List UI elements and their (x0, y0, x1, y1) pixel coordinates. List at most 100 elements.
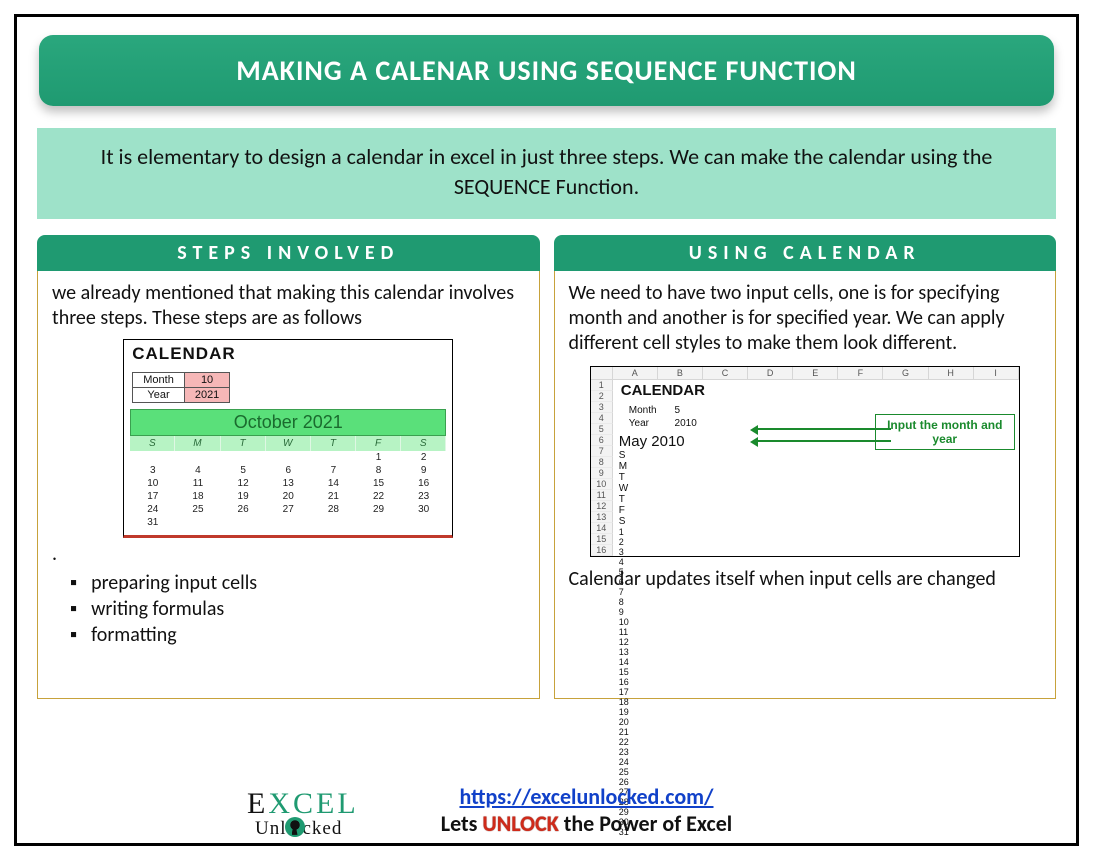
sheet-col-header: G (883, 367, 928, 380)
calendar-cell: 26 (221, 503, 266, 516)
calendar-cell: 4 (175, 464, 220, 477)
footer: EXCEL Unlcked https://excelunlocked.com/… (17, 783, 1076, 837)
sheet-col-header (591, 367, 613, 380)
calendar-cell: 27 (266, 503, 311, 516)
calendar-cell: 1 (619, 527, 929, 537)
sheet-row-header: 5 (591, 424, 613, 435)
calendar-cell: 10 (130, 477, 175, 490)
calendar-cell: 21 (311, 490, 356, 503)
dow-cell: M (175, 436, 220, 451)
calendar-title-left: CALENDAR (124, 340, 452, 370)
calendar-cell: 11 (175, 477, 220, 490)
calendar-grid-left: 1234567891011121314151617181920212223242… (130, 451, 446, 529)
calendar-cell: 8 (619, 597, 929, 607)
using-header: USING CALENDAR (554, 235, 1057, 271)
calendar-cell: 30 (401, 503, 446, 516)
sheet-row-header: 10 (591, 479, 613, 490)
calendar-cell: 6 (266, 464, 311, 477)
columns: STEPS INVOLVED we already mentioned that… (37, 235, 1056, 699)
page-title: MAKING A CALENAR USING SEQUENCE FUNCTION (39, 35, 1054, 106)
intro-text: It is elementary to design a calendar in… (37, 128, 1056, 219)
arrow-icon (753, 440, 891, 442)
calendar-cell: 31 (130, 516, 175, 529)
steps-body: we already mentioned that making this ca… (37, 271, 540, 699)
sheet-row-header: 9 (591, 468, 613, 479)
sheet-row-header: 13 (591, 512, 613, 523)
calendar-cell: 14 (311, 477, 356, 490)
input-callout: Input the month and year (875, 414, 1015, 450)
dow-cell: T (311, 436, 356, 451)
calendar-cell: 29 (356, 503, 401, 516)
dow-cell: S (619, 516, 929, 527)
calendar-cell: 13 (266, 477, 311, 490)
calendar-cell: 18 (175, 490, 220, 503)
steps-lead: we already mentioned that making this ca… (52, 281, 525, 331)
year-label-right: Year (621, 418, 665, 429)
calendar-cell: 12 (221, 477, 266, 490)
calendar-cell (266, 451, 311, 464)
site-link[interactable]: https://excelunlocked.com/ (459, 783, 713, 810)
calendar-cell: 10 (619, 617, 929, 627)
using-calendar-column: USING CALENDAR We need to have two input… (554, 235, 1057, 699)
dow-row-left: SMTWTFS (130, 436, 446, 451)
dow-cell: M (619, 461, 929, 472)
sheet-col-header: I (974, 367, 1019, 380)
calendar-cell: 3 (130, 464, 175, 477)
sheet-col-header: E (793, 367, 838, 380)
dow-row-right: SMTWTFS (619, 450, 929, 527)
month-value-left: 10 (184, 373, 229, 388)
brand-xcel: XCEL (268, 787, 358, 820)
spreadsheet-frame: ABCDEFGHI 12345678910111213141516 CALEND… (590, 366, 1020, 557)
dow-cell: T (619, 494, 929, 505)
steps-involved-column: STEPS INVOLVED we already mentioned that… (37, 235, 540, 699)
sheet-col-header: C (703, 367, 748, 380)
sheet-col-header: H (929, 367, 974, 380)
calendar-inputs-left: Month 10 Year 2021 (132, 372, 452, 403)
calendar-cell: 16 (401, 477, 446, 490)
step-item: writing formulas (70, 597, 525, 621)
brand-logo: EXCEL Unlcked (247, 791, 359, 837)
calendar-cell: 2 (401, 451, 446, 464)
calendar-cell: 7 (619, 587, 929, 597)
sheet-row-header: 4 (591, 413, 613, 424)
calendar-cell: 13 (619, 647, 929, 657)
calendar-cell: 18 (619, 697, 929, 707)
calendar-cell: 15 (356, 477, 401, 490)
calendar-cell: 7 (311, 464, 356, 477)
calendar-example-right: CALENDAR Month 5 Year (619, 382, 929, 839)
calendar-cell: 8 (356, 464, 401, 477)
step-item: formatting (70, 623, 525, 647)
calendar-cell (401, 516, 446, 529)
calendar-title-right: CALENDAR (619, 382, 929, 403)
sheet-row-header: 16 (591, 545, 613, 556)
calendar-cell: 11 (619, 627, 929, 637)
calendar-cell: 24 (619, 757, 929, 767)
calendar-cell (311, 451, 356, 464)
sheet-cell-area: CALENDAR Month 5 Year (613, 380, 1019, 556)
sheet-row-headers: 12345678910111213141516 (591, 380, 613, 556)
sheet-row-header: 6 (591, 435, 613, 446)
sheet-row-header: 8 (591, 457, 613, 468)
sheet-row-header: 15 (591, 534, 613, 545)
calendar-cell: 6 (619, 577, 929, 587)
sheet-col-header: A (613, 367, 658, 380)
brand-unl: Unl (255, 818, 287, 839)
brand-cked: cked (303, 818, 343, 839)
keyhole-icon (285, 817, 305, 837)
calendar-cell: 5 (619, 567, 929, 577)
calendar-cell: 20 (266, 490, 311, 503)
calendar-cell (130, 451, 175, 464)
month-label-right: Month (621, 405, 665, 416)
calendar-cell: 23 (401, 490, 446, 503)
dow-cell: F (356, 436, 401, 451)
tag-post: the Power of Excel (559, 810, 732, 837)
calendar-cell (175, 451, 220, 464)
calendar-cell (266, 516, 311, 529)
sheet-row-header: 3 (591, 402, 613, 413)
calendar-cell: 20 (619, 717, 929, 727)
calendar-cell (221, 516, 266, 529)
calendar-cell: 16 (619, 677, 929, 687)
dow-cell: S (130, 436, 175, 451)
calendar-cell: 14 (619, 657, 929, 667)
sheet-col-header: D (748, 367, 793, 380)
